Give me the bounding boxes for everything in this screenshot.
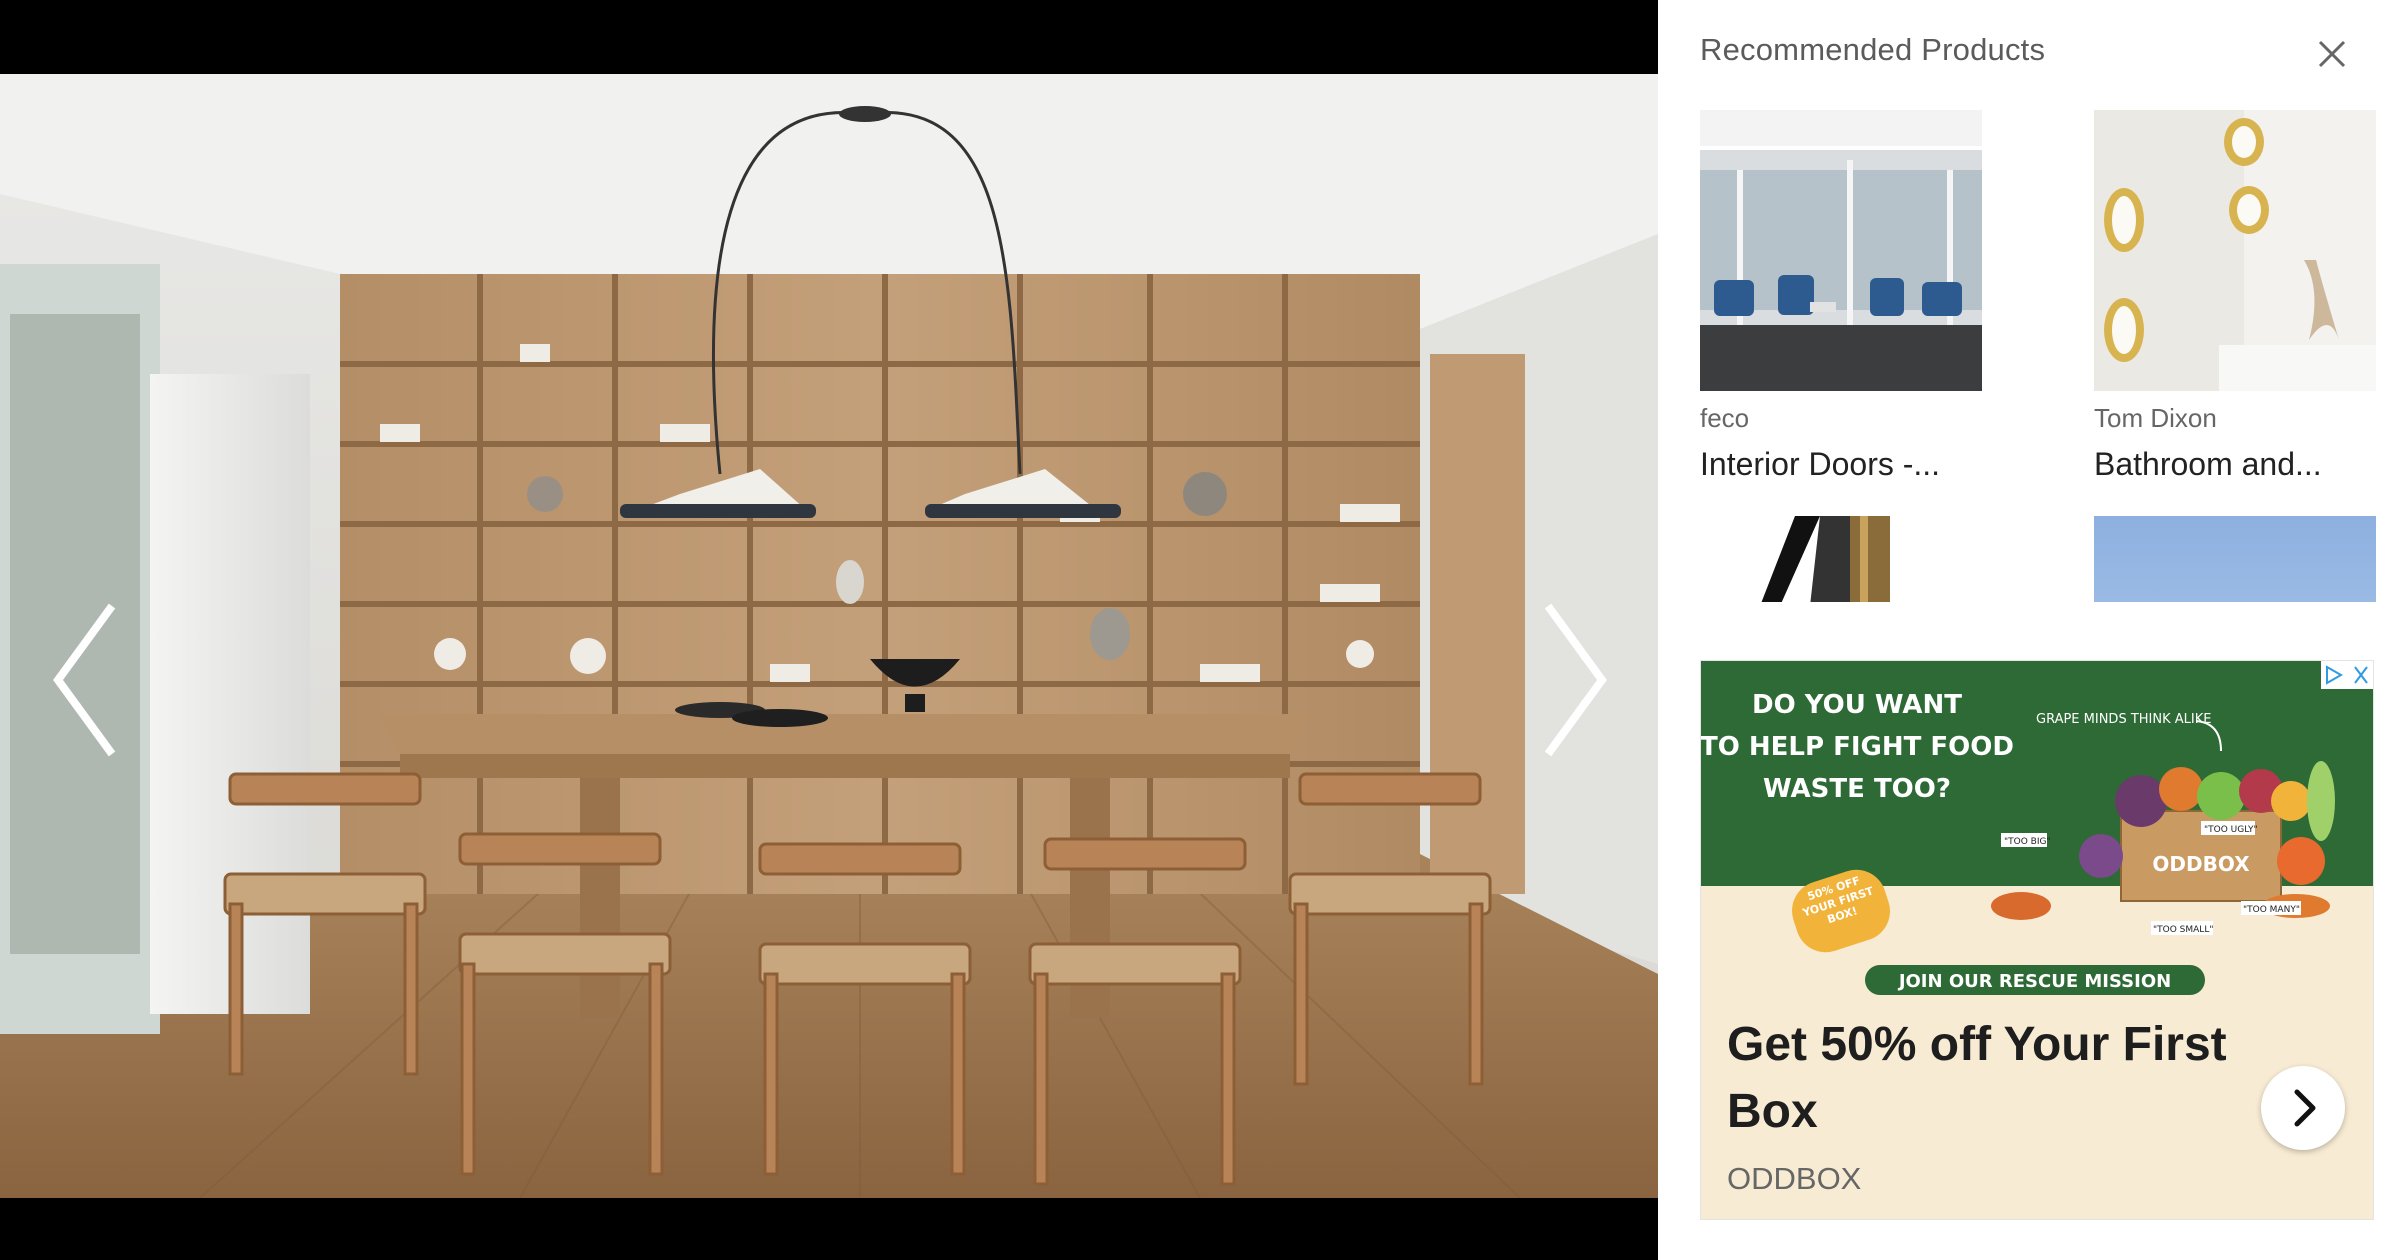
recommendations-panel: Recommended Products feco Interior Doors… — [1658, 0, 2400, 1260]
box-label: ODDBOX — [2152, 852, 2250, 876]
tag-too-big: "TOO BIG" — [2004, 837, 2051, 847]
product-image — [1700, 516, 1982, 602]
product-card[interactable]: feco Interior Doors -... — [1700, 110, 1982, 483]
chevron-right-icon — [1544, 603, 1607, 757]
banner-tagline: GRAPE MINDS THINK ALIKE — [2036, 712, 2211, 727]
tag-too-small: "TOO SMALL" — [2153, 925, 2213, 935]
product-image — [1700, 110, 1982, 391]
ad-headline[interactable]: Get 50% off Your First Box — [1727, 1011, 2247, 1145]
ad-banner-image: DO YOU WANT TO HELP FIGHT FOOD WASTE TOO… — [1701, 661, 2373, 996]
panel-title: Recommended Products — [1700, 32, 2046, 67]
close-icon — [2318, 40, 2346, 68]
banner-line-3: WASTE TOO? — [1763, 774, 1951, 804]
product-image — [2094, 516, 2376, 602]
product-card[interactable]: Tom Dixon Bathroom and... — [2094, 110, 2376, 483]
next-image-button[interactable] — [1530, 590, 1620, 770]
product-card[interactable] — [2094, 516, 2376, 602]
mission-button: JOIN OUR RESCUE MISSION — [1897, 971, 2171, 992]
chevron-right-icon — [2294, 1089, 2316, 1127]
oddbox-banner: DO YOU WANT TO HELP FIGHT FOOD WASTE TOO… — [1701, 661, 2373, 996]
product-card[interactable] — [1700, 516, 1982, 602]
product-brand: Tom Dixon — [2094, 403, 2217, 433]
window-frame-image — [1700, 516, 1982, 602]
tag-too-ugly: "TOO UGLY" — [2204, 825, 2258, 835]
advertisement[interactable]: DO YOU WANT TO HELP FIGHT FOOD WASTE TOO… — [1700, 660, 2374, 1220]
ad-cta-button[interactable] — [2261, 1066, 2345, 1150]
product-grid: feco Interior Doors -... Tom Dixon Bathr… — [1700, 110, 2380, 602]
product-name[interactable]: Interior Doors -... — [1700, 446, 1982, 483]
product-brand: feco — [1700, 403, 1750, 433]
product-name[interactable]: Bathroom and... — [2094, 446, 2376, 483]
banner-line-1: DO YOU WANT — [1752, 690, 1962, 720]
room-photo — [0, 74, 1658, 1198]
sky-image — [2094, 516, 2376, 602]
ad-advertiser: ODDBOX — [1727, 1161, 1862, 1196]
previous-image-button[interactable] — [40, 590, 130, 770]
product-image — [2094, 110, 2376, 391]
tag-too-many: "TOO MANY" — [2243, 905, 2300, 915]
banner-line-2: TO HELP FIGHT FOOD — [1701, 732, 2014, 762]
adchoices-icon — [2326, 665, 2368, 685]
office-interior-image — [1700, 110, 1982, 391]
image-viewer — [0, 0, 1658, 1260]
ad-choices[interactable] — [2321, 661, 2373, 689]
chevron-left-icon — [53, 603, 116, 757]
dining-room-illustration — [0, 74, 1658, 1198]
wall-lights-image — [2094, 110, 2376, 391]
close-button[interactable] — [2314, 36, 2350, 72]
